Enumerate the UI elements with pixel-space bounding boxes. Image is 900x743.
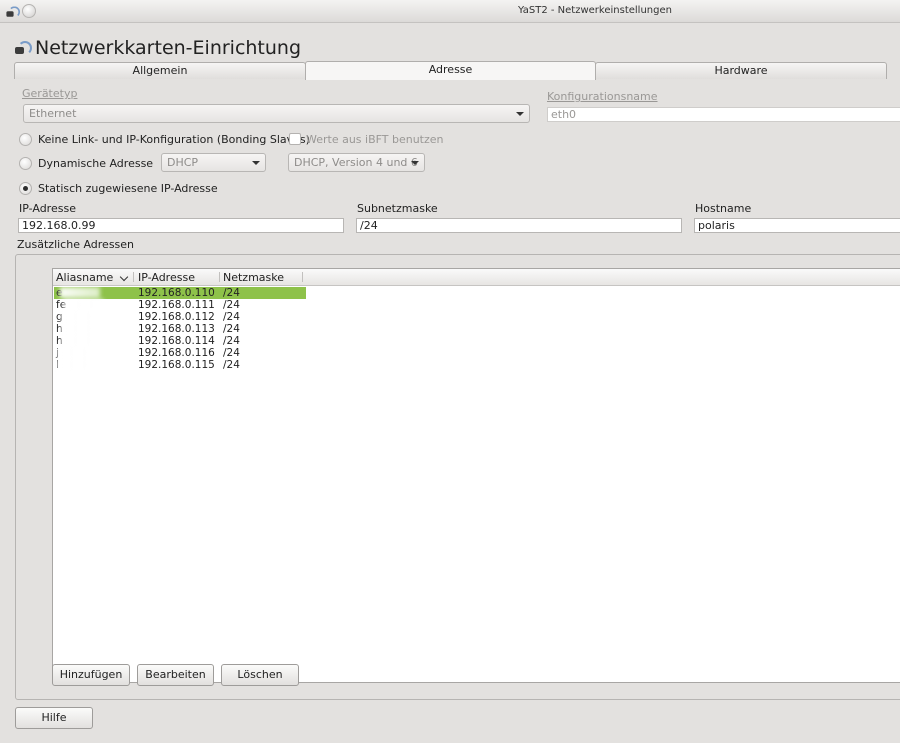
add-button[interactable]: Hinzufügen xyxy=(52,664,130,686)
ip-label: IP-Adresse xyxy=(19,202,76,215)
column-netmask[interactable]: Netzmaske xyxy=(223,271,284,284)
netmask-cell: /24 xyxy=(223,299,240,311)
netmask-cell: /24 xyxy=(223,311,240,323)
table-row[interactable]: h 192.168.0.114 /24 xyxy=(54,335,306,347)
device-type-label: Gerätetyp xyxy=(22,87,78,100)
netmask-cell: /24 xyxy=(223,347,240,359)
additional-addresses-label: Zusätzliche Adressen xyxy=(17,238,135,251)
alias-cell: h xyxy=(56,335,101,347)
column-ip-address[interactable]: IP-Adresse xyxy=(138,271,195,284)
column-aliasname[interactable]: Aliasname xyxy=(56,271,113,284)
device-type-select[interactable]: Ethernet xyxy=(23,104,530,123)
column-separator xyxy=(133,272,134,282)
dhcp-version-select[interactable]: DHCP, Version 4 und 6 xyxy=(288,153,425,172)
device-type-value: Ethernet xyxy=(29,107,77,120)
subnet-field[interactable]: /24 xyxy=(356,218,682,233)
no-link-radio[interactable] xyxy=(19,133,32,146)
window-title: YaST2 - Netzwerkeinstellungen xyxy=(518,5,672,16)
alias-cell: g xyxy=(56,311,101,323)
ip-cell: 192.168.0.113 xyxy=(138,323,215,335)
subnet-label: Subnetzmaske xyxy=(357,202,438,215)
window-titlebar: YaST2 - Netzwerkeinstellungen xyxy=(0,0,900,23)
dynamic-label: Dynamische Adresse xyxy=(38,157,154,170)
ip-cell: 192.168.0.110 xyxy=(138,287,215,299)
table-row[interactable]: l 192.168.0.115 /24 xyxy=(54,359,306,371)
redacted-mask xyxy=(56,347,97,358)
radio-selected-dot xyxy=(23,186,28,191)
addresses-table[interactable]: Aliasname IP-Adresse Netzmaske e 192.168… xyxy=(52,268,900,683)
ip-cell: 192.168.0.114 xyxy=(138,335,215,347)
dynamic-radio[interactable] xyxy=(19,157,32,170)
redacted-mask xyxy=(64,299,105,310)
network-card-icon xyxy=(14,40,32,56)
netmask-cell: /24 xyxy=(223,287,240,299)
column-separator xyxy=(219,272,220,282)
ip-cell: 192.168.0.112 xyxy=(138,311,215,323)
ip-cell: 192.168.0.111 xyxy=(138,299,215,311)
ibft-checkbox[interactable] xyxy=(289,133,301,145)
tab-hardware[interactable]: Hardware xyxy=(595,62,887,79)
table-row[interactable]: g 192.168.0.112 /24 xyxy=(54,311,306,323)
dhcp-version-value: DHCP, Version 4 und 6 xyxy=(294,156,418,169)
config-name-field[interactable]: eth0 xyxy=(547,107,900,122)
tab-label: Hardware xyxy=(714,64,768,77)
alias-cell: e xyxy=(56,287,101,299)
column-separator xyxy=(302,272,303,282)
redacted-mask xyxy=(60,323,101,334)
chevron-down-icon xyxy=(411,161,419,165)
hostname-label: Hostname xyxy=(695,202,752,215)
table-row[interactable]: fe 192.168.0.111 /24 xyxy=(54,299,306,311)
tab-adresse[interactable]: Adresse xyxy=(305,61,596,80)
hostname-field[interactable]: polaris xyxy=(694,218,900,233)
tab-allgemein[interactable]: Allgemein xyxy=(14,62,306,79)
alias-cell: l xyxy=(56,359,97,371)
redacted-mask xyxy=(56,359,97,370)
chevron-down-icon xyxy=(516,112,524,116)
redacted-mask xyxy=(60,287,101,298)
sort-indicator-icon xyxy=(119,272,129,282)
chevron-down-icon xyxy=(252,161,260,165)
page-heading: Netzwerkkarten-Einrichtung xyxy=(14,37,301,59)
alias-cell: fe xyxy=(56,299,105,311)
tab-label: Adresse xyxy=(428,63,473,76)
dhcp-mode-select[interactable]: DHCP xyxy=(161,153,266,172)
table-header: Aliasname IP-Adresse Netzmaske xyxy=(53,269,900,286)
netmask-cell: /24 xyxy=(223,323,240,335)
edit-button[interactable]: Bearbeiten xyxy=(137,664,214,686)
no-link-label: Keine Link- und IP-Konfiguration (Bondin… xyxy=(38,133,310,146)
static-radio[interactable] xyxy=(19,182,32,195)
page-title: Netzwerkkarten-Einrichtung xyxy=(35,37,302,59)
help-button[interactable]: Hilfe xyxy=(15,707,93,729)
netmask-cell: /24 xyxy=(223,335,240,347)
config-name-label: Konfigurationsname xyxy=(547,90,658,103)
ibft-label: Werte aus iBFT benutzen xyxy=(306,133,444,146)
table-row[interactable]: j 192.168.0.116 /24 xyxy=(54,347,306,359)
alias-cell: h xyxy=(56,323,101,335)
alias-cell: j xyxy=(56,347,97,359)
table-row[interactable]: e 192.168.0.110 /24 xyxy=(54,287,306,299)
dhcp-mode-value: DHCP xyxy=(167,156,199,169)
redacted-mask xyxy=(60,335,101,346)
netmask-cell: /24 xyxy=(223,359,240,371)
tab-label: Allgemein xyxy=(132,64,188,77)
ip-cell: 192.168.0.115 xyxy=(138,359,215,371)
redacted-mask xyxy=(60,311,101,322)
table-row[interactable]: h 192.168.0.113 /24 xyxy=(54,323,306,335)
ip-field[interactable]: 192.168.0.99 xyxy=(18,218,344,233)
static-label: Statisch zugewiesene IP-Adresse xyxy=(38,182,218,195)
delete-button[interactable]: Löschen xyxy=(221,664,299,686)
ip-cell: 192.168.0.116 xyxy=(138,347,215,359)
